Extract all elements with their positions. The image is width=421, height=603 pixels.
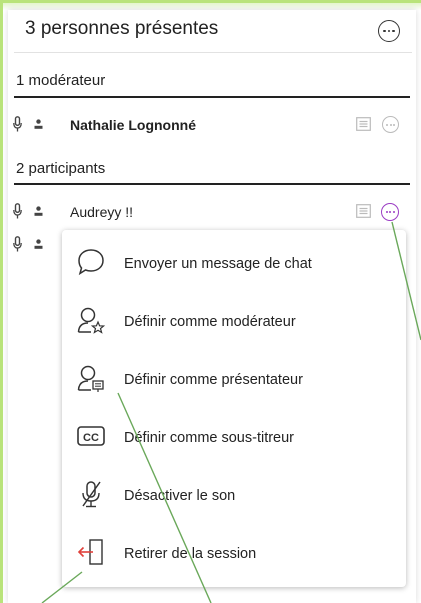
more-options-icon[interactable] (382, 116, 399, 133)
more-options-icon[interactable] (378, 20, 400, 42)
mute-microphone-icon (82, 481, 101, 508)
microphone-icon[interactable] (13, 203, 22, 219)
microphone-icon[interactable] (13, 236, 22, 252)
menu-item-set-captioner[interactable]: CC Définir comme sous-titreur (62, 410, 406, 462)
panel-title: 3 personnes présentes (25, 18, 219, 39)
menu-item-set-moderator[interactable]: Définir comme modérateur (62, 294, 406, 346)
section-divider (14, 183, 410, 185)
divider (14, 52, 412, 53)
moderator-icon (77, 307, 106, 334)
participants-section-title: 2 participants (16, 160, 106, 177)
chat-bubble-icon (78, 249, 104, 276)
more-options-icon[interactable] (381, 203, 399, 221)
top-highlight-strip (0, 0, 421, 10)
remove-from-session-icon (77, 539, 103, 565)
moderator-name: Nathalie Lognonné (70, 117, 196, 133)
menu-item-mute[interactable]: Désactiver le son (62, 468, 406, 520)
menu-item-label: Définir comme sous-titreur (124, 430, 295, 446)
participant-name: Audreyy !! (70, 204, 134, 220)
captioner-cc-icon: CC (77, 426, 105, 446)
moderators-section-title: 1 modérateur (16, 72, 106, 89)
menu-item-label: Retirer de la session (124, 546, 257, 562)
list-details-icon[interactable] (356, 204, 371, 218)
user-icon (34, 239, 43, 249)
section-divider (14, 96, 410, 98)
list-details-icon[interactable] (356, 117, 371, 131)
participant-context-menu: Envoyer un message de chat Définir comme… (62, 230, 406, 587)
svg-text:CC: CC (83, 432, 99, 444)
menu-item-send-chat[interactable]: Envoyer un message de chat (62, 236, 406, 288)
microphone-icon[interactable] (13, 116, 22, 132)
menu-item-label: Définir comme modérateur (124, 314, 296, 330)
menu-item-label: Définir comme présentateur (124, 372, 303, 388)
menu-item-label: Envoyer un message de chat (124, 256, 312, 272)
presenter-icon (77, 365, 104, 392)
menu-item-label: Désactiver le son (124, 488, 236, 504)
user-icon (34, 119, 43, 129)
menu-item-remove-from-session[interactable]: Retirer de la session (62, 526, 406, 578)
menu-item-set-presenter[interactable]: Définir comme présentateur (62, 352, 406, 404)
user-icon (34, 206, 43, 216)
